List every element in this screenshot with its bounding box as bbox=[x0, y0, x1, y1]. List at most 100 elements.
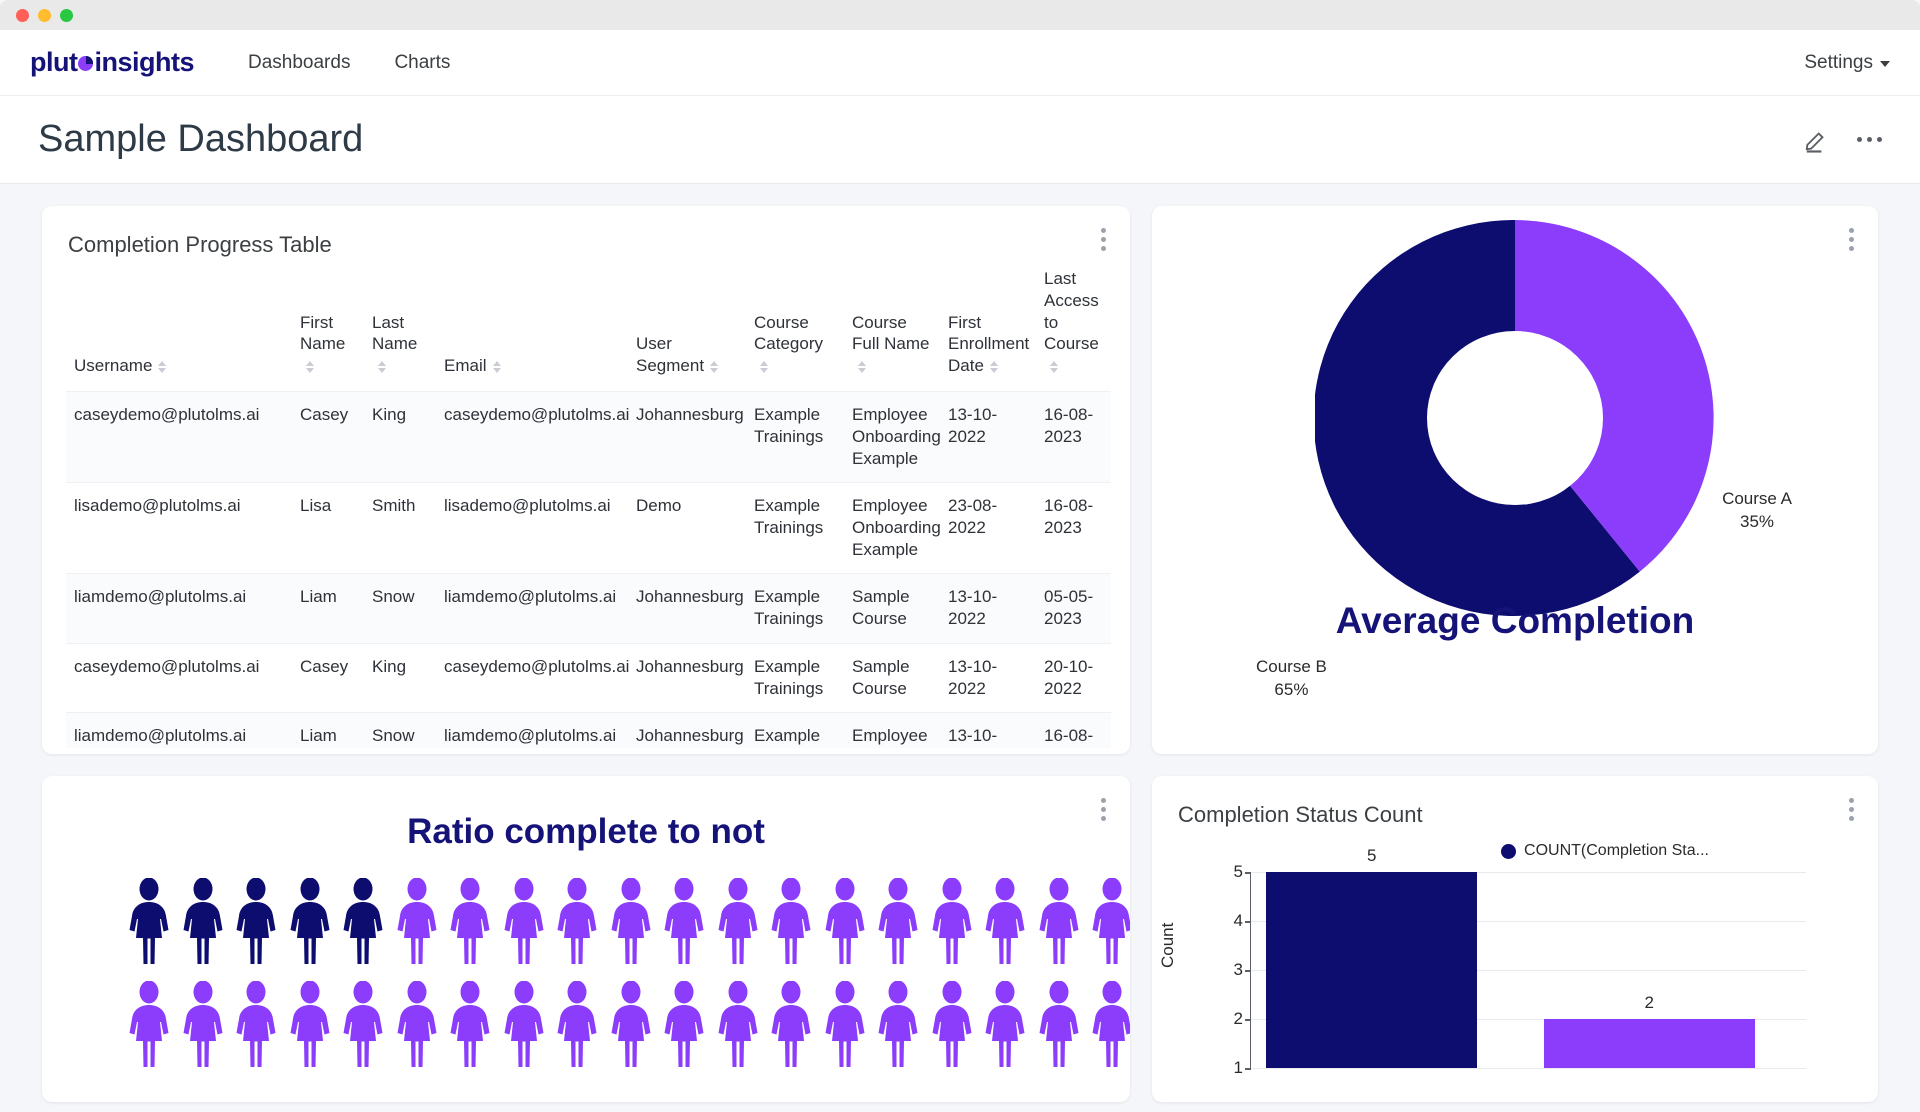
settings-menu[interactable]: Settings bbox=[1804, 52, 1890, 74]
table-cell-last-access: 16-08-2023 bbox=[1036, 482, 1111, 574]
pictogram-figure bbox=[1038, 877, 1080, 969]
sort-toggle-icon[interactable] bbox=[989, 360, 998, 373]
person-icon bbox=[771, 877, 811, 964]
table-cell-first: Lisa bbox=[292, 482, 364, 574]
chevron-down-icon bbox=[1880, 61, 1890, 67]
person-icon bbox=[504, 980, 543, 1067]
bar[interactable]: 2 bbox=[1543, 993, 1755, 1068]
window-titlebar bbox=[0, 0, 1920, 30]
column-header-label: Course Full Name bbox=[852, 312, 930, 354]
table-cell-email: liamdemo@plutolms.ai bbox=[436, 711, 628, 748]
table-column-header[interactable]: Email bbox=[436, 258, 628, 391]
nav-item-charts[interactable]: Charts bbox=[394, 52, 450, 74]
window-minimize-button[interactable] bbox=[38, 8, 51, 22]
person-icon bbox=[611, 980, 650, 1067]
table-column-header[interactable]: First Enrollment Date bbox=[940, 258, 1036, 391]
person-icon bbox=[504, 877, 543, 964]
window-close-button[interactable] bbox=[16, 8, 29, 22]
table-column-header[interactable]: Username bbox=[66, 258, 292, 391]
settings-label: Settings bbox=[1804, 51, 1873, 73]
dashboard-header: Sample Dashboard bbox=[0, 96, 1920, 184]
pictogram-figure bbox=[877, 877, 919, 969]
table-cell-username: lisademo@plutolms.ai bbox=[66, 482, 292, 574]
logo-text-post: insights bbox=[94, 47, 194, 77]
bar-chart-legend: COUNT(Completion Sta... bbox=[1152, 842, 1878, 860]
sort-toggle-icon[interactable] bbox=[492, 360, 501, 373]
kebab-menu-icon[interactable] bbox=[1101, 228, 1106, 251]
table-scroll-region[interactable]: Username First Name Last Name Email User Seg… bbox=[42, 258, 1130, 748]
table-cell-enrolled: 23-08-2022 bbox=[940, 482, 1036, 574]
pictogram-figure bbox=[770, 877, 812, 969]
table-row[interactable]: caseydemo@plutolms.ai Casey King caseydemo@… bbox=[66, 642, 1111, 713]
table-cell-username: caseydemo@plutolms.ai bbox=[66, 390, 292, 483]
pencil-icon[interactable] bbox=[1803, 127, 1829, 153]
sort-toggle-icon[interactable] bbox=[378, 360, 386, 373]
table-column-header[interactable]: Last Name bbox=[364, 258, 436, 391]
pictogram-figure bbox=[235, 980, 277, 1072]
table-cell-last-access: 20-10-2022 bbox=[1036, 642, 1111, 713]
person-icon bbox=[878, 980, 918, 1067]
table-cell-last-access: 16-08-2023 bbox=[1036, 711, 1111, 748]
column-header-label: First Name bbox=[300, 312, 346, 354]
app-logo[interactable]: plut insights bbox=[30, 47, 194, 78]
table-column-header[interactable]: Course Category bbox=[746, 258, 844, 391]
table-row[interactable]: liamdemo@plutolms.ai Liam Snow liamdemo@plu… bbox=[66, 573, 1111, 643]
person-icon bbox=[557, 877, 597, 964]
table-cell-category: Example Trainings bbox=[746, 711, 844, 748]
person-icon bbox=[343, 877, 383, 964]
table-row[interactable]: lisademo@plutolms.ai Lisa Smith lisademo@pl… bbox=[66, 482, 1111, 574]
bar-chart-plot-area: 1 2 3 4 5 5 2 bbox=[1234, 846, 1806, 1077]
donut-label-b-name: Course B bbox=[1256, 657, 1327, 676]
pictogram-figure bbox=[449, 877, 491, 969]
donut-label-b-value: 65% bbox=[1274, 679, 1309, 699]
completion-progress-table: Username First Name Last Name Email User Seg… bbox=[66, 258, 1111, 748]
table-column-header[interactable]: User Segment bbox=[628, 258, 746, 391]
donut-hole bbox=[1427, 331, 1603, 505]
bar-value-label: 2 bbox=[1644, 993, 1654, 1012]
ellipsis-horizontal-icon[interactable] bbox=[1856, 136, 1882, 143]
table-cell-course: Employee Onboarding Example bbox=[844, 482, 941, 574]
table-row[interactable]: caseydemo@plutolms.ai Casey King caseydemo@… bbox=[66, 390, 1111, 483]
person-icon bbox=[343, 980, 383, 1067]
completion-progress-table-card: Completion Progress Table Username First … bbox=[42, 206, 1130, 754]
header-actions bbox=[1803, 127, 1882, 153]
pictogram-figure bbox=[931, 980, 973, 1072]
table-cell-last: Smith bbox=[364, 482, 436, 574]
nav-item-dashboards[interactable]: Dashboards bbox=[248, 52, 350, 74]
table-cell-enrolled: 13-10-2022 bbox=[940, 390, 1036, 483]
sort-toggle-icon[interactable] bbox=[306, 360, 314, 373]
sort-toggle-icon[interactable] bbox=[1050, 360, 1058, 373]
table-cell-first: Liam bbox=[292, 711, 364, 748]
person-icon bbox=[1039, 877, 1078, 964]
kebab-menu-icon[interactable] bbox=[1849, 798, 1854, 821]
table-column-header[interactable]: First Name bbox=[292, 258, 364, 391]
table-row[interactable]: liamdemo@plutolms.ai Liam Snow liamdemo@plu… bbox=[66, 711, 1111, 748]
table-cell-enrolled: 13-10-2022 bbox=[940, 573, 1036, 643]
pictogram-figure bbox=[396, 877, 438, 969]
table-cell-username: caseydemo@plutolms.ai bbox=[66, 642, 292, 713]
table-cell-course: Employee Onboarding bbox=[844, 711, 941, 748]
table-cell-segment: Johannesburg bbox=[628, 573, 746, 643]
sort-toggle-icon[interactable] bbox=[158, 360, 167, 373]
window-maximize-button[interactable] bbox=[60, 8, 73, 22]
person-icon bbox=[771, 980, 811, 1067]
pictogram-figure bbox=[717, 877, 759, 969]
sort-toggle-icon[interactable] bbox=[760, 360, 768, 373]
sort-toggle-icon[interactable] bbox=[710, 360, 719, 373]
sort-toggle-icon[interactable] bbox=[858, 360, 866, 373]
pictogram-figure bbox=[289, 980, 331, 1072]
table-column-header[interactable]: Last Access to Course bbox=[1036, 258, 1111, 391]
kebab-menu-icon[interactable] bbox=[1101, 798, 1106, 821]
pictogram-figure bbox=[824, 980, 866, 1072]
person-icon bbox=[236, 877, 276, 964]
pictogram-figure bbox=[342, 877, 384, 969]
table-column-header[interactable]: Course Full Name bbox=[844, 258, 940, 391]
table-body: caseydemo@plutolms.ai Casey King caseydemo@… bbox=[66, 390, 1111, 748]
axis-tick-mark bbox=[1245, 1019, 1251, 1021]
person-icon bbox=[932, 877, 971, 964]
bar[interactable]: 5 bbox=[1266, 846, 1478, 1068]
person-icon bbox=[825, 980, 864, 1067]
table-cell-course: Sample Course bbox=[844, 573, 940, 643]
pictogram-figure bbox=[556, 980, 598, 1072]
person-icon bbox=[985, 877, 1025, 964]
